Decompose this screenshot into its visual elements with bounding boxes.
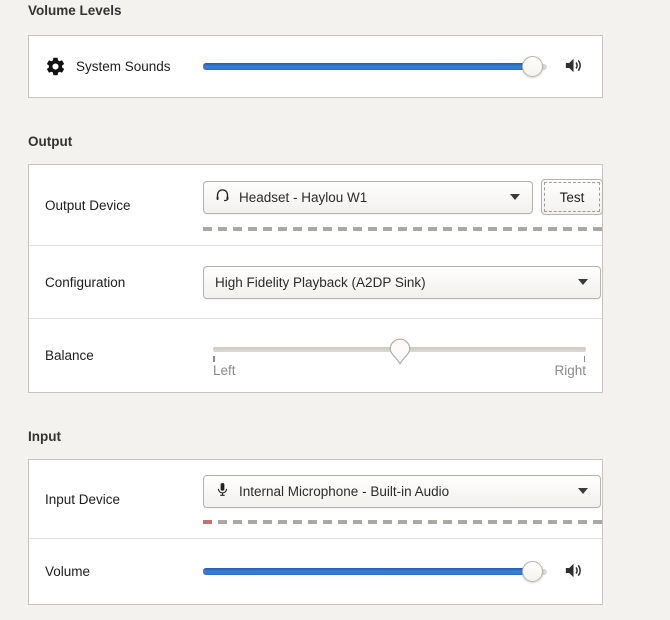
system-sounds-row: System Sounds	[29, 36, 602, 97]
balance-label: Balance	[45, 348, 94, 363]
input-device-dropdown[interactable]: Internal Microphone - Built-in Audio	[203, 475, 601, 508]
chevron-down-icon	[510, 194, 520, 200]
headset-icon	[215, 188, 230, 206]
microphone-icon	[215, 482, 230, 500]
volume-levels-card: System Sounds	[28, 35, 603, 98]
input-volume-mute-button[interactable]	[564, 562, 583, 582]
balance-thumb[interactable]	[389, 338, 411, 366]
output-device-label: Output Device	[45, 198, 131, 213]
configuration-row: Configuration High Fidelity Playback (A2…	[29, 245, 602, 318]
system-sounds-label: System Sounds	[76, 59, 171, 74]
balance-right-label: Right	[554, 363, 586, 378]
section-title-output: Output	[28, 134, 603, 150]
input-card: Input Device Internal Microphone - Built…	[28, 459, 603, 605]
system-sounds-mute-button[interactable]	[564, 57, 583, 77]
configuration-label: Configuration	[45, 275, 125, 290]
input-volume-slider[interactable]	[203, 561, 547, 583]
gear-icon	[45, 56, 66, 77]
input-volume-row: Volume	[29, 538, 602, 604]
configuration-value: High Fidelity Playback (A2DP Sink)	[215, 275, 568, 290]
chevron-down-icon	[578, 488, 588, 494]
balance-left-label: Left	[213, 363, 236, 378]
output-card: Output Device Headset - Haylou W1 Test	[28, 164, 603, 393]
output-device-dropdown[interactable]: Headset - Haylou W1	[203, 181, 533, 214]
speaker-icon	[564, 562, 583, 582]
section-title-input: Input	[28, 429, 603, 445]
balance-left-tick	[213, 356, 215, 362]
output-level-meter	[203, 227, 603, 231]
system-sounds-volume-slider[interactable]	[203, 56, 547, 78]
slider-thumb[interactable]	[522, 56, 543, 77]
input-device-row: Input Device Internal Microphone - Built…	[29, 460, 602, 538]
input-peak-indicator	[203, 520, 212, 524]
test-button[interactable]: Test	[541, 179, 603, 215]
sound-settings-panel: Volume Levels System Sounds	[0, 0, 603, 605]
balance-slider[interactable]: Left Right	[213, 333, 586, 378]
output-device-value: Headset - Haylou W1	[239, 190, 500, 205]
configuration-dropdown[interactable]: High Fidelity Playback (A2DP Sink)	[203, 266, 601, 299]
chevron-down-icon	[578, 279, 588, 285]
input-volume-label: Volume	[45, 564, 90, 579]
output-device-row: Output Device Headset - Haylou W1 Test	[29, 165, 602, 245]
input-level-meter	[203, 520, 603, 524]
balance-right-tick	[584, 356, 586, 362]
input-device-value: Internal Microphone - Built-in Audio	[239, 484, 568, 499]
section-title-volume-levels: Volume Levels	[28, 3, 603, 19]
slider-thumb[interactable]	[522, 561, 543, 582]
speaker-icon	[564, 57, 583, 77]
balance-row: Balance Left Right	[29, 318, 602, 392]
input-device-label: Input Device	[45, 492, 120, 507]
